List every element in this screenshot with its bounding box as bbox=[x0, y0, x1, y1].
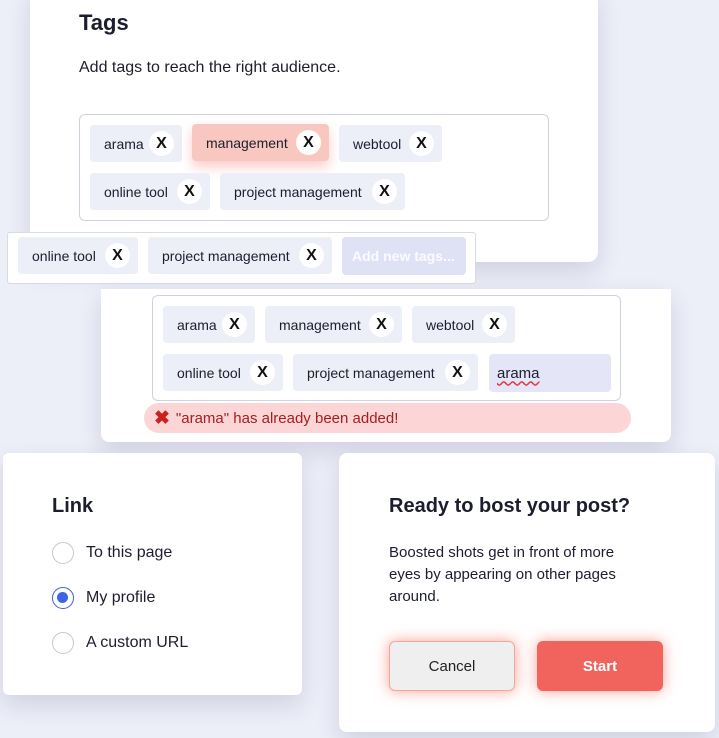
link-title: Link bbox=[52, 495, 94, 517]
tag-chip: online tool X bbox=[18, 237, 138, 274]
tag-chip-label: management bbox=[206, 134, 288, 151]
tag-chip-label: online tool bbox=[104, 183, 168, 200]
tags-description: Add tags to reach the right audience. bbox=[79, 59, 341, 76]
tag-chip: online tool X bbox=[90, 173, 210, 210]
radio-button-checked[interactable] bbox=[52, 587, 74, 609]
add-new-tag-input[interactable]: Add new tags... bbox=[342, 237, 466, 275]
tag-chip: management X bbox=[265, 306, 402, 343]
remove-tag-icon[interactable]: X bbox=[296, 130, 321, 155]
tag-input-strip[interactable]: online tool X project management X Add n… bbox=[7, 232, 476, 284]
tag-chip: project management X bbox=[293, 354, 478, 391]
duplicate-tag-error: ✖ "arama" has already been added! bbox=[144, 403, 631, 433]
remove-tag-icon[interactable]: X bbox=[105, 243, 130, 268]
tag-text-input[interactable]: arama bbox=[489, 354, 611, 392]
remove-tag-icon[interactable]: X bbox=[445, 360, 470, 385]
start-button[interactable]: Start bbox=[537, 641, 663, 691]
remove-tag-icon[interactable]: X bbox=[149, 131, 174, 156]
tag-input-value: arama bbox=[497, 364, 540, 382]
tag-chip-label: project management bbox=[307, 364, 435, 381]
tag-input-box[interactable]: arama X management X webtool X online to… bbox=[79, 114, 549, 221]
tag-chip-label: project management bbox=[234, 183, 362, 200]
tag-chip: project management X bbox=[148, 237, 332, 274]
tag-chip-active: management X bbox=[192, 124, 329, 161]
radio-option-custom-url[interactable]: A custom URL bbox=[52, 632, 188, 654]
radio-label: My profile bbox=[86, 589, 156, 606]
radio-button[interactable] bbox=[52, 542, 74, 564]
tag-chip-label: project management bbox=[162, 247, 290, 264]
tag-chip: webtool X bbox=[339, 125, 442, 162]
radio-label: A custom URL bbox=[86, 634, 189, 651]
tags-card: Tags Add tags to reach the right audienc… bbox=[30, 0, 598, 262]
remove-tag-icon[interactable]: X bbox=[372, 179, 397, 204]
tag-chip-label: online tool bbox=[32, 247, 96, 264]
remove-tag-icon[interactable]: X bbox=[369, 312, 394, 337]
tag-chip-label: webtool bbox=[426, 316, 475, 333]
tag-chip-label: webtool bbox=[353, 135, 402, 152]
remove-tag-icon[interactable]: X bbox=[250, 360, 275, 385]
link-card: Link To this page My profile A custom UR… bbox=[3, 453, 302, 695]
tag-chip: online tool X bbox=[163, 354, 283, 391]
tag-chip: arama X bbox=[90, 125, 182, 162]
radio-button[interactable] bbox=[52, 632, 74, 654]
tag-chip: project management X bbox=[220, 173, 405, 210]
tag-chip: webtool X bbox=[412, 306, 515, 343]
cancel-button[interactable]: Cancel bbox=[389, 641, 515, 691]
boost-description: Boosted shots get in front of more eyes … bbox=[389, 544, 616, 605]
tag-chip-label: online tool bbox=[177, 364, 241, 381]
boost-title: Ready to bost your post? bbox=[389, 495, 631, 517]
radio-label: To this page bbox=[86, 544, 173, 561]
remove-tag-icon[interactable]: X bbox=[177, 179, 202, 204]
tag-input-box[interactable]: arama X management X webtool X online to… bbox=[152, 295, 621, 401]
tags-card-error-state: arama X management X webtool X online to… bbox=[101, 289, 671, 442]
tag-chip-label: arama bbox=[104, 135, 144, 152]
tags-title: Tags bbox=[79, 10, 129, 35]
error-message: "arama" has already been added! bbox=[175, 409, 399, 427]
boost-card: Ready to bost your post? Boosted shots g… bbox=[339, 453, 715, 732]
tag-chip: arama X bbox=[163, 306, 255, 343]
radio-option-this-page[interactable]: To this page bbox=[52, 542, 172, 564]
tag-chip-label: arama bbox=[177, 316, 217, 333]
remove-tag-icon[interactable]: X bbox=[222, 312, 247, 337]
tag-chip-label: management bbox=[279, 316, 361, 333]
remove-tag-icon[interactable]: X bbox=[299, 243, 324, 268]
remove-tag-icon[interactable]: X bbox=[482, 312, 507, 337]
error-cross-icon: ✖ bbox=[154, 407, 170, 429]
radio-option-my-profile[interactable]: My profile bbox=[52, 587, 155, 609]
remove-tag-icon[interactable]: X bbox=[409, 131, 434, 156]
